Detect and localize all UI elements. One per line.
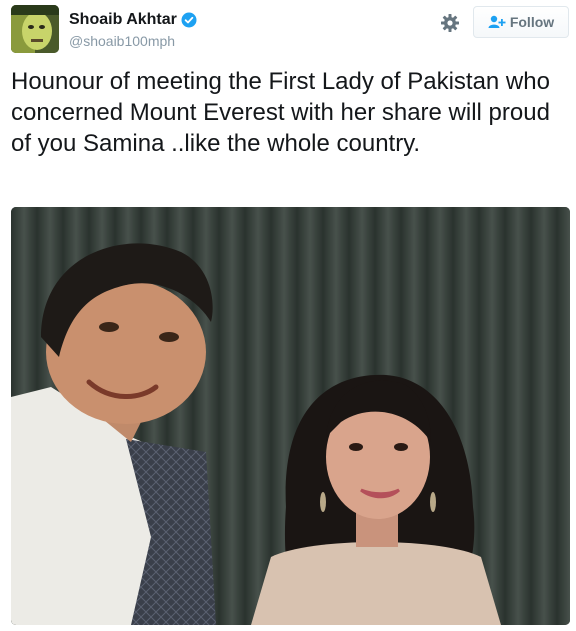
follow-button[interactable]: Follow [473,6,569,38]
verified-badge-icon [181,12,197,28]
follow-button-label: Follow [509,14,555,30]
tweet-text: Hounour of meeting the First Lady of Pak… [11,68,564,157]
add-user-icon [488,15,506,29]
tweet-card: Shoaib Akhtar @shoaib100mph Follow Houno… [0,0,576,631]
avatar[interactable] [11,5,59,53]
author-name[interactable]: Shoaib Akhtar [69,10,197,30]
gear-icon[interactable] [440,13,460,33]
tweet-photo[interactable] [11,207,570,625]
author-name-text[interactable]: Shoaib Akhtar [69,10,177,30]
author-handle[interactable]: @shoaib100mph [69,32,175,50]
